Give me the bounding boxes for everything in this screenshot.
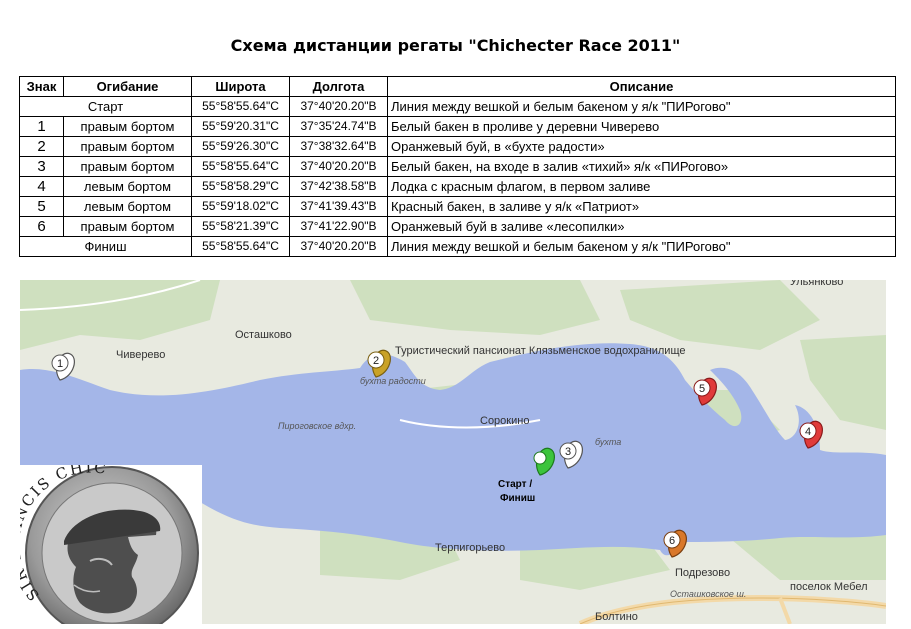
- marker-5[interactable]: 5: [693, 376, 719, 408]
- cell-description: Оранжевый буй в заливе «лесопилки»: [387, 216, 896, 237]
- cell-latitude: 55°58'55.64"С: [191, 156, 290, 177]
- marker-1[interactable]: 1: [51, 351, 77, 383]
- chichester-medal: SIR FRANCIS CHICHESTER: [5, 451, 202, 629]
- cell-longitude: 37°40'20.20"В: [289, 96, 388, 117]
- table-row: 4 левым бортом 55°58'58.29"С 37°42'38.58…: [19, 176, 896, 197]
- header-rounding: Огибание: [63, 76, 192, 97]
- marker-1-label: 1: [57, 358, 63, 370]
- cell-latitude: 55°59'26.30"С: [191, 136, 290, 157]
- cell-mark: 6: [19, 216, 64, 237]
- cell-longitude: 37°40'20.20"В: [289, 156, 388, 177]
- marker-2-label: 2: [373, 355, 379, 367]
- table-header-row: Знак Огибание Широта Долгота Описание: [19, 76, 896, 97]
- table-row-start: Старт 55°58'55.64"С 37°40'20.20"В Линия …: [19, 96, 896, 117]
- marker-6-label: 6: [669, 535, 675, 547]
- header-latitude: Широта: [191, 76, 290, 97]
- cell-latitude: 55°59'20.31"С: [191, 116, 290, 137]
- cell-description: Красный бакен, в заливе у я/к «Патриот»: [387, 196, 896, 217]
- medal-image: SIR FRANCIS CHICHESTER: [5, 451, 199, 629]
- cell-latitude: 55°59'18.02"С: [191, 196, 290, 217]
- cell-description: Оранжевый буй, в «бухте радости»: [387, 136, 896, 157]
- marker-4[interactable]: 4: [799, 419, 825, 451]
- cell-mark: 5: [19, 196, 64, 217]
- marker-5-label: 5: [699, 383, 705, 395]
- cell-latitude: 55°58'55.64"С: [191, 236, 290, 257]
- cell-mark: 4: [19, 176, 64, 197]
- cell-description: Белый бакен, на входе в залив «тихий» я/…: [387, 156, 896, 177]
- cell-mark: 2: [19, 136, 64, 157]
- cell-latitude: 55°58'58.29"С: [191, 176, 290, 197]
- cell-description: Линия между вешкой и белым бакеном у я/к…: [387, 96, 896, 117]
- course-table: Знак Огибание Широта Долгота Описание Ст…: [19, 76, 896, 257]
- table-row: 1 правым бортом 55°59'20.31"С 37°35'24.7…: [19, 116, 896, 137]
- cell-latitude: 55°58'55.64"С: [191, 96, 290, 117]
- marker-3[interactable]: 3: [559, 439, 585, 471]
- cell-longitude: 37°41'22.90"В: [289, 216, 388, 237]
- cell-rounding: правым бортом: [63, 136, 192, 157]
- cell-mark: 3: [19, 156, 64, 177]
- cell-latitude: 55°58'21.39"С: [191, 216, 290, 237]
- table-row-finish: Финиш 55°58'55.64"С 37°40'20.20"В Линия …: [19, 236, 896, 257]
- cell-rounding: левым бортом: [63, 196, 192, 217]
- cell-rounding: Старт: [19, 96, 192, 117]
- cell-longitude: 37°40'20.20"В: [289, 236, 388, 257]
- marker-4-label: 4: [805, 426, 811, 438]
- cell-rounding: правым бортом: [63, 216, 192, 237]
- cell-rounding: правым бортом: [63, 116, 192, 137]
- cell-mark: 1: [19, 116, 64, 137]
- cell-description: Лодка с красным флагом, в первом заливе: [387, 176, 896, 197]
- cell-description: Линия между вешкой и белым бакеном у я/к…: [387, 236, 896, 257]
- cell-description: Белый бакен в проливе у деревни Чиверево: [387, 116, 896, 137]
- marker-6[interactable]: 6: [663, 528, 689, 560]
- cell-longitude: 37°41'39.43"В: [289, 196, 388, 217]
- cell-rounding: Финиш: [19, 236, 192, 257]
- table-row: 3 правым бортом 55°58'55.64"С 37°40'20.2…: [19, 156, 896, 177]
- header-longitude: Долгота: [289, 76, 388, 97]
- cell-longitude: 37°38'32.64"В: [289, 136, 388, 157]
- header-description: Описание: [387, 76, 896, 97]
- header-mark: Знак: [19, 76, 64, 97]
- table-row: 5 левым бортом 55°59'18.02"С 37°41'39.43…: [19, 196, 896, 217]
- cell-rounding: левым бортом: [63, 176, 192, 197]
- marker-3-label: 3: [565, 446, 571, 458]
- start-finish-marker[interactable]: [532, 446, 557, 478]
- table-row: 6 правым бортом 55°58'21.39"С 37°41'22.9…: [19, 216, 896, 237]
- cell-rounding: правым бортом: [63, 156, 192, 177]
- marker-2[interactable]: 2: [367, 348, 393, 380]
- page-title: Схема дистанции регаты "Chichecter Race …: [230, 36, 681, 55]
- table-row: 2 правым бортом 55°59'26.30"С 37°38'32.6…: [19, 136, 896, 157]
- cell-longitude: 37°35'24.74"В: [289, 116, 388, 137]
- cell-longitude: 37°42'38.58"В: [289, 176, 388, 197]
